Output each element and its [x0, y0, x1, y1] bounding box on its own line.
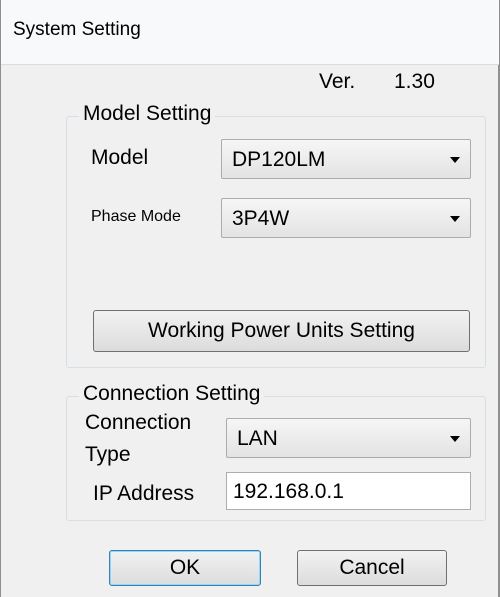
window-title: System Setting	[13, 19, 141, 40]
ip-address-value: 192.168.0.1	[233, 480, 344, 503]
chevron-down-icon	[450, 216, 460, 222]
cancel-button[interactable]: Cancel	[297, 550, 447, 586]
ip-address-label: IP Address	[93, 482, 195, 505]
connection-type-dropdown-value: LAN	[237, 427, 278, 450]
working-power-units-setting-button[interactable]: Working Power Units Setting	[93, 310, 470, 352]
phase-mode-dropdown-value: 3P4W	[232, 207, 290, 230]
connection-type-label-line2: Type	[85, 443, 131, 466]
version-value: 1.30	[394, 70, 435, 93]
ok-button[interactable]: OK	[109, 550, 261, 586]
ip-address-field[interactable]: 192.168.0.1	[226, 472, 471, 510]
phase-mode-dropdown[interactable]: 3P4W	[221, 198, 471, 238]
connection-type-dropdown[interactable]: LAN	[226, 418, 471, 458]
model-dropdown-value: DP120LM	[232, 148, 326, 171]
chevron-down-icon	[450, 436, 460, 442]
connection-setting-title: Connection Setting	[79, 382, 265, 406]
title-bar[interactable]: System Setting	[1, 0, 499, 65]
model-label: Model	[91, 146, 149, 169]
phase-mode-label: Phase Mode	[91, 208, 181, 225]
model-setting-title: Model Setting	[79, 102, 216, 126]
connection-type-label-line1: Connection	[85, 411, 192, 434]
version-label: Ver.	[319, 70, 356, 93]
system-setting-dialog: System Setting Ver. 1.30 Model Setting M…	[0, 0, 500, 597]
model-dropdown[interactable]: DP120LM	[221, 139, 471, 179]
chevron-down-icon	[450, 157, 460, 163]
